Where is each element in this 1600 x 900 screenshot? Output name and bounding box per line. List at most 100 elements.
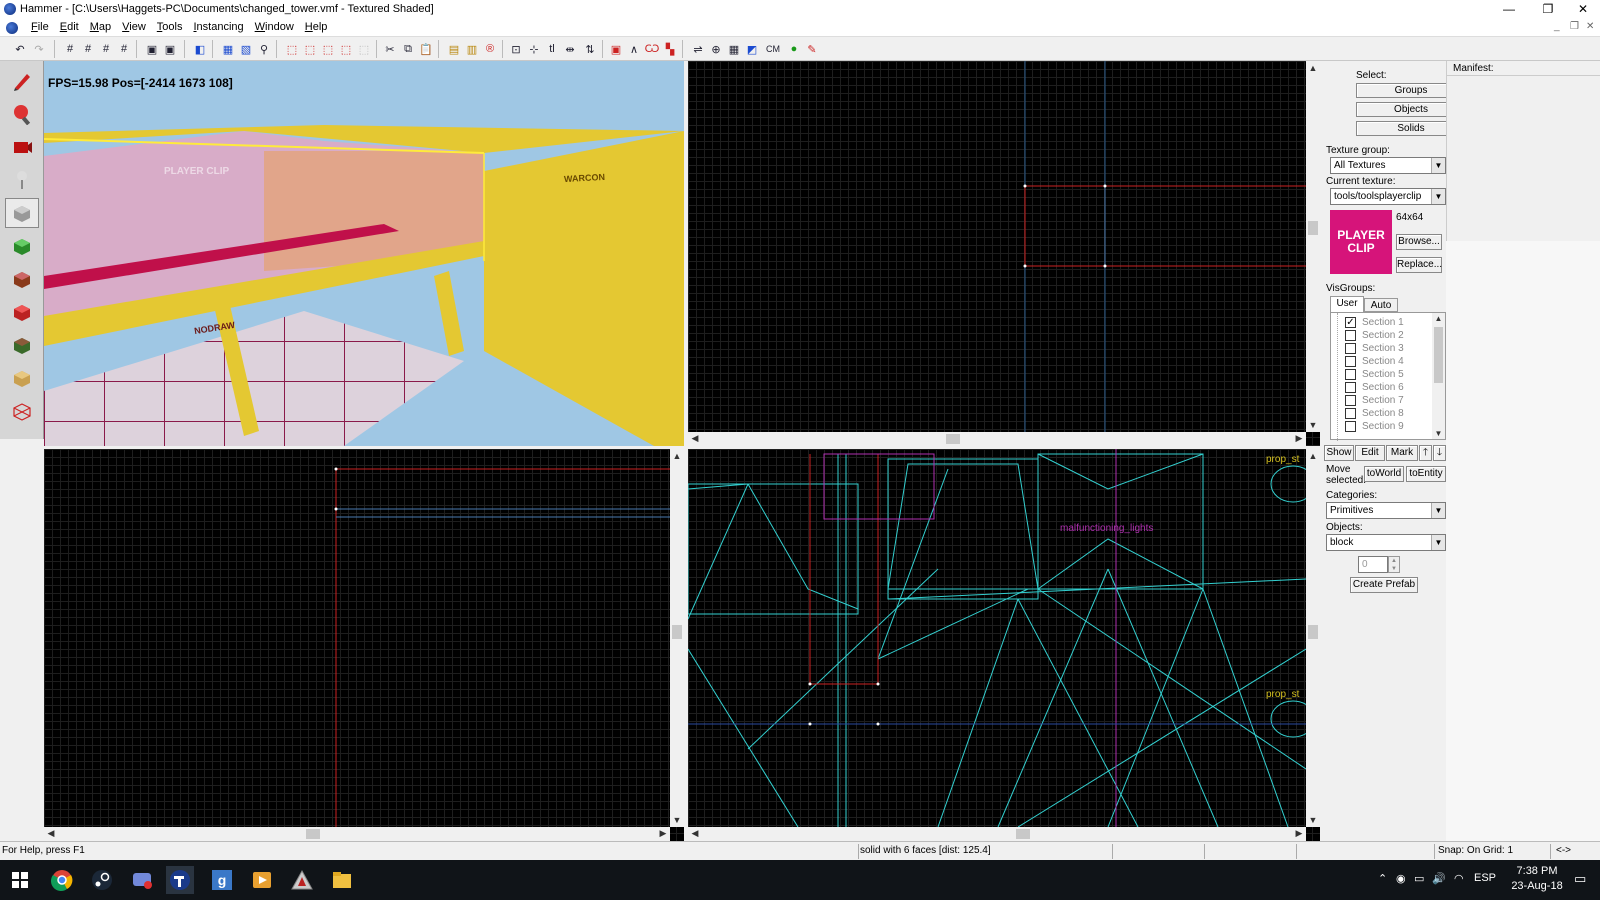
checkbox-icon[interactable]	[1345, 356, 1356, 367]
apply-texture-tool[interactable]	[5, 264, 39, 294]
paste-icon[interactable]: 📋	[418, 41, 434, 57]
quick-unhide-icon[interactable]: ⬚	[320, 41, 336, 57]
browse-button[interactable]: Browse...	[1396, 234, 1442, 250]
flip-vertical-icon[interactable]: ⇅	[582, 41, 598, 57]
checkbox-checked-icon[interactable]: ✓	[1345, 317, 1356, 328]
viewport-2d-top[interactable]: ▲ ▼ ◀ ▶	[688, 61, 1320, 446]
vertical-scrollbar[interactable]: ▲ ▼	[1306, 449, 1320, 827]
scrollbar-thumb[interactable]	[946, 434, 960, 444]
clipping-tool[interactable]	[5, 363, 39, 393]
toggle-texlock-icon[interactable]: tl	[544, 41, 560, 57]
scrollbar-thumb[interactable]	[1434, 327, 1443, 383]
minimize-button[interactable]: —	[1494, 1, 1524, 17]
visgroup-item[interactable]: Section 5	[1345, 368, 1404, 381]
visgroup-item[interactable]: Section 9	[1345, 420, 1404, 433]
cordon-icon[interactable]: ®	[482, 41, 498, 57]
g-app-taskbar-button[interactable]: g	[208, 866, 236, 894]
input-language[interactable]: ESP	[1474, 872, 1496, 884]
select-crosshair-icon[interactable]: ⊹	[526, 41, 542, 57]
scrollbar-thumb[interactable]	[1308, 221, 1318, 235]
cut-icon[interactable]: ✂	[382, 41, 398, 57]
menu-window[interactable]: Window	[250, 21, 300, 33]
copy-icon[interactable]: ⧉	[400, 41, 416, 57]
map-properties-icon[interactable]: ◩	[744, 41, 760, 57]
close-button[interactable]: ✕	[1568, 1, 1598, 17]
checkbox-icon[interactable]	[1345, 343, 1356, 354]
volume-icon[interactable]: 🔊	[1432, 872, 1446, 885]
menu-tools[interactable]: Tools	[152, 21, 189, 33]
scroll-up-arrow-icon[interactable]: ▲	[1306, 63, 1320, 73]
file-explorer-taskbar-button[interactable]	[328, 866, 356, 894]
scroll-left-arrow-icon[interactable]: ◀	[688, 433, 702, 444]
checkbox-icon[interactable]	[1345, 369, 1356, 380]
grid-larger-icon[interactable]: #	[116, 41, 132, 57]
visgroup-item[interactable]: ✓ Section 1	[1345, 316, 1404, 329]
create-prefab-button[interactable]: Create Prefab	[1350, 577, 1418, 593]
cubemap-button[interactable]: CM	[762, 41, 784, 57]
visgroup-item[interactable]: Section 4	[1345, 355, 1404, 368]
visgroup-item[interactable]: Section 8	[1345, 407, 1404, 420]
quick-hide-models-icon[interactable]: ⬚	[338, 41, 354, 57]
checkbox-icon[interactable]	[1345, 421, 1356, 432]
scrollbar-thumb[interactable]	[672, 625, 682, 639]
scrollbar-thumb[interactable]	[1308, 625, 1318, 639]
media-player-taskbar-button[interactable]	[248, 866, 276, 894]
start-button[interactable]	[6, 866, 34, 894]
visgroup-item[interactable]: Section 7	[1345, 394, 1404, 407]
grid-3d-icon[interactable]: #	[80, 41, 96, 57]
horizontal-scrollbar[interactable]: ◀ ▶	[688, 432, 1306, 446]
quick-hide-unselected-icon[interactable]: ⬚	[302, 41, 318, 57]
disabled-icon[interactable]: ⬚	[356, 41, 372, 57]
horizontal-scrollbar[interactable]: ◀ ▶	[688, 827, 1306, 841]
viewport-2d-front[interactable]: ▲ ▼ ◀ ▶	[44, 449, 684, 841]
visgroup-item[interactable]: Section 2	[1345, 329, 1404, 342]
scroll-right-arrow-icon[interactable]: ▶	[1292, 828, 1306, 839]
entity-report-icon[interactable]: ⊕	[708, 41, 724, 57]
faces-stepper[interactable]: 0	[1358, 556, 1388, 573]
texture-replace-icon[interactable]: ▥	[464, 41, 480, 57]
menu-map[interactable]: Map	[85, 21, 117, 33]
visgroup-item[interactable]: Section 3	[1345, 342, 1404, 355]
spinner-arrows-icon[interactable]: ▲ ▼	[1388, 556, 1400, 573]
menu-file[interactable]: File	[26, 21, 55, 33]
magnify-tool[interactable]	[5, 99, 39, 129]
scroll-up-arrow-icon[interactable]: ▲	[1306, 451, 1320, 461]
hide-selected-icon[interactable]: ◧	[192, 41, 208, 57]
grid-toggle-icon[interactable]: #	[62, 41, 78, 57]
document-icon[interactable]	[6, 22, 18, 34]
group-icon[interactable]: ▣	[144, 41, 160, 57]
checkbox-icon[interactable]	[1345, 408, 1356, 419]
menu-help[interactable]: Help	[300, 21, 334, 33]
menu-edit[interactable]: Edit	[55, 21, 85, 33]
decals-icon[interactable]: Ѡ	[644, 41, 660, 57]
tab-auto[interactable]: Auto	[1364, 298, 1398, 312]
tray-steam-icon[interactable]: ◉	[1396, 872, 1406, 885]
overlay-icon[interactable]: ▚	[662, 41, 678, 57]
viewport-3d[interactable]: FPS=15.98 Pos=[-2414 1673 108] PLAYER CL…	[44, 61, 684, 446]
to-entity-button[interactable]: toEntity	[1406, 466, 1446, 482]
steam-taskbar-button[interactable]	[88, 866, 116, 894]
hollow-icon[interactable]: ▧	[238, 41, 254, 57]
mdi-close-button[interactable]: ✕	[1586, 21, 1594, 32]
helpers-icon[interactable]: ▣	[608, 41, 624, 57]
to-world-button[interactable]: toWorld	[1364, 466, 1404, 482]
notification-center-icon[interactable]: ▭	[1574, 871, 1586, 887]
decal-tool[interactable]	[5, 297, 39, 327]
menu-view[interactable]: View	[117, 21, 152, 33]
camera-tool[interactable]	[5, 132, 39, 162]
undo-icon[interactable]: ↶	[12, 41, 28, 57]
scroll-up-arrow-icon[interactable]: ▲	[670, 451, 684, 461]
current-texture-select[interactable]: tools/toolsplayerclip ▼	[1330, 188, 1446, 205]
scroll-left-arrow-icon[interactable]: ◀	[688, 828, 702, 839]
scroll-down-arrow-icon[interactable]: ▼	[1306, 815, 1320, 825]
discord-taskbar-button[interactable]	[128, 866, 156, 894]
ungroup-icon[interactable]: ▣	[162, 41, 178, 57]
tray-network-icon[interactable]: ▭	[1414, 872, 1424, 885]
vertex-tool[interactable]	[5, 396, 39, 426]
replace-button[interactable]: Replace...	[1396, 257, 1442, 273]
texture-application-tool[interactable]	[5, 231, 39, 261]
scroll-right-arrow-icon[interactable]: ▶	[656, 828, 670, 839]
tray-chevron-up-icon[interactable]: ⌃	[1378, 872, 1387, 885]
scroll-left-arrow-icon[interactable]: ◀	[44, 828, 58, 839]
restore-button[interactable]: ❐	[1533, 1, 1563, 17]
